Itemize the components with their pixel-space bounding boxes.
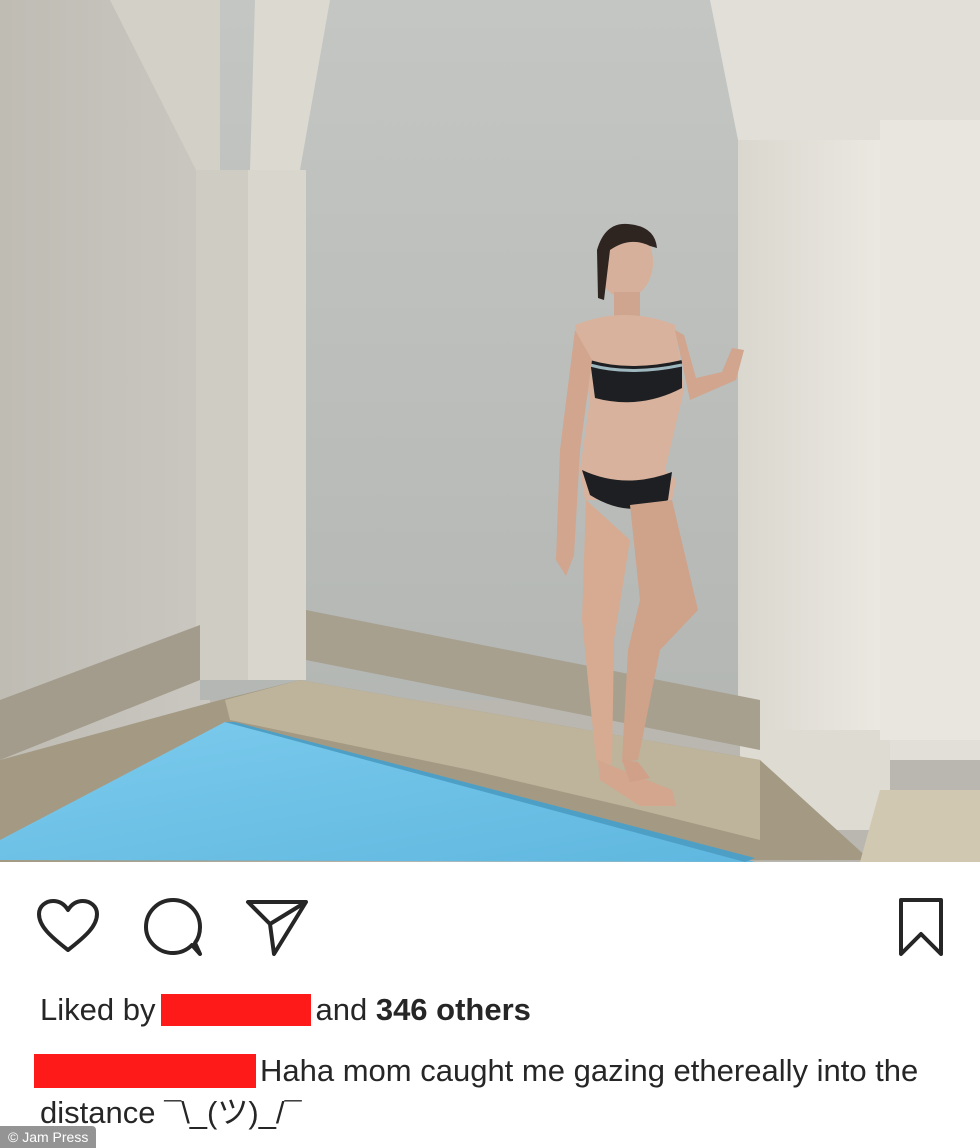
likes-prefix: Liked by [40,992,156,1027]
watermark: © Jam Press [0,1126,97,1148]
likes-count[interactable]: 346 others [376,992,531,1027]
post-caption: Haha mom caught me gazing ethereally int… [34,1050,950,1134]
likes-middle: and [315,992,368,1027]
redacted-author [34,1054,256,1088]
comment-icon[interactable] [142,896,204,958]
bookmark-icon[interactable] [896,896,946,958]
post-action-bar [0,862,980,982]
post-photo[interactable] [0,0,980,862]
redacted-username [161,994,312,1026]
share-icon[interactable] [244,896,310,958]
heart-icon[interactable] [36,898,100,954]
likes-line: Liked by and 346 others [40,990,531,1030]
post-image [0,0,980,862]
